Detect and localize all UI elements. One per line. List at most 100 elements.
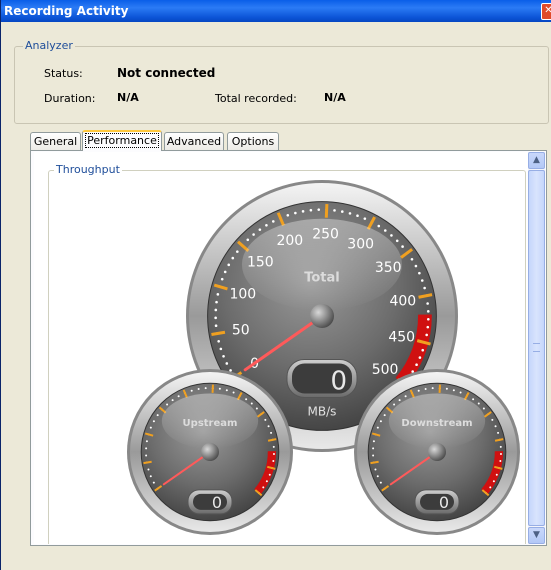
downstream-gauge-dot xyxy=(417,389,420,392)
downstream-gauge-dot xyxy=(383,414,386,417)
tab-general-label: General xyxy=(33,135,78,148)
total-gauge-gloss xyxy=(241,218,403,311)
downstream-gauge-dot xyxy=(374,468,377,471)
total-gauge-dot xyxy=(258,228,262,231)
downstream-gauge-dot xyxy=(393,403,396,406)
downstream-gauge-dot xyxy=(431,387,434,390)
tick-label-50: 50 xyxy=(232,323,250,339)
tab-advanced-label: Advanced xyxy=(166,135,222,148)
downstream-gauge-dot xyxy=(482,407,485,410)
tick-label-500: 500 xyxy=(372,362,399,378)
upstream-gauge-dot xyxy=(272,452,275,455)
upstream-gauge-gloss xyxy=(161,393,259,449)
upstream-gauge-dot xyxy=(156,414,159,417)
total-gauge-dot xyxy=(225,362,229,365)
total-gauge-dot xyxy=(252,233,255,236)
upstream-gauge-dot xyxy=(272,445,275,448)
vertical-scrollbar[interactable]: ▲ ▼ xyxy=(528,152,545,544)
upstream-gauge-dot xyxy=(264,418,267,421)
downstream-gauge-dot xyxy=(376,426,379,429)
total-gauge-dot xyxy=(426,302,429,305)
downstream-gauge-dot xyxy=(372,447,375,450)
total-gauge-dot xyxy=(363,217,367,220)
downstream-gauge: Downstream0 xyxy=(354,369,520,535)
upstream-gauge-dot xyxy=(145,454,148,457)
downstream-gauge-display-value: 0 xyxy=(439,493,449,512)
scrollbar-thumb[interactable] xyxy=(528,170,545,526)
tab-advanced[interactable]: Advanced xyxy=(164,132,224,150)
total-gauge-dot xyxy=(348,212,352,215)
total-gauge-dot xyxy=(333,209,336,212)
upstream-gauge-dot xyxy=(152,481,155,484)
total-gauge-dot xyxy=(421,348,425,352)
upstream-gauge-dot xyxy=(197,388,200,391)
downstream-gauge-dot xyxy=(379,420,382,423)
total-gauge-dot xyxy=(229,369,232,372)
upstream-gauge-dot xyxy=(177,395,180,398)
tick-label-100: 100 xyxy=(229,286,256,302)
total-gauge-dot xyxy=(309,208,313,212)
gauges-svg: 050100150200250300350400450500Total0MB/s… xyxy=(127,180,520,535)
downstream-gauge-dot xyxy=(492,480,495,483)
upstream-gauge-dot xyxy=(267,425,270,428)
tab-general[interactable]: General xyxy=(30,132,81,150)
total-gauge-dot xyxy=(215,300,218,304)
total-gauge-dot xyxy=(426,310,430,313)
close-icon[interactable]: ✕ xyxy=(541,3,551,20)
total-gauge-dot xyxy=(220,277,224,281)
total-gauge-dot xyxy=(395,239,399,243)
status-label: Status: xyxy=(44,67,83,80)
total-gauge-dot xyxy=(222,354,225,358)
total-gauge-major-tick xyxy=(324,203,329,218)
upstream-gauge-dot xyxy=(147,468,150,471)
downstream-gauge-dot xyxy=(491,418,494,421)
scroll-down-icon[interactable]: ▼ xyxy=(528,527,545,544)
total-gauge-dot xyxy=(420,279,424,282)
total-gauge-dot xyxy=(401,245,404,248)
downstream-gauge-major-tick xyxy=(370,460,379,465)
total-gauge-dot xyxy=(271,220,275,223)
total-gauge-dot xyxy=(294,211,297,215)
upstream-gauge-dot xyxy=(272,460,275,463)
downstream-gauge-dot xyxy=(379,481,382,484)
title-bar: Recording Activity ✕ xyxy=(1,0,551,22)
total-gauge-dot xyxy=(227,263,231,267)
tick-label-400: 400 xyxy=(389,293,416,309)
analyzer-group-title: Analyzer xyxy=(23,39,75,52)
upstream-gauge-display-value: 0 xyxy=(212,493,222,512)
total-gauge-dot xyxy=(231,256,235,260)
upstream-gauge-dot xyxy=(190,389,193,392)
tab-options[interactable]: Options xyxy=(227,132,279,150)
scrollbar-grip-icon xyxy=(533,343,540,352)
upstream-gauge-dot xyxy=(268,473,271,476)
upstream-gauge-dot xyxy=(250,402,253,405)
total-gauge-dot xyxy=(223,270,227,274)
total-gauge-dot xyxy=(265,224,268,227)
total-gauge-display-value: 0 xyxy=(330,366,347,396)
analyzer-group xyxy=(14,46,549,124)
upstream-gauge-dot xyxy=(218,387,221,390)
downstream-gauge-dot xyxy=(472,398,475,401)
total-gauge-dot xyxy=(246,238,250,242)
total-recorded-value: N/A xyxy=(324,91,346,104)
total-gauge-dot xyxy=(340,210,344,213)
upstream-gauge-major-tick xyxy=(143,460,152,465)
downstream-gauge-gloss xyxy=(388,393,486,449)
upstream-gauge-dot xyxy=(171,399,174,402)
downstream-gauge-dot xyxy=(477,402,480,405)
total-gauge-dot xyxy=(219,347,223,351)
total-gauge-dot xyxy=(236,250,239,253)
upstream-gauge-dot xyxy=(149,426,152,429)
upstream-gauge-dot xyxy=(149,475,152,478)
total-gauge-dot xyxy=(216,293,220,296)
total-gauge-dot xyxy=(427,317,430,321)
downstream-gauge-dot xyxy=(459,391,462,394)
upstream-gauge-dot xyxy=(204,387,207,390)
tab-performance[interactable]: Performance xyxy=(82,130,162,151)
scroll-up-icon[interactable]: ▲ xyxy=(528,152,545,169)
downstream-gauge-dot xyxy=(499,460,502,463)
upstream-gauge-dot xyxy=(152,420,155,423)
total-gauge-dot xyxy=(214,316,217,320)
upstream-gauge-dot xyxy=(270,431,273,434)
performance-content: Throughput 050100150200250300 xyxy=(34,152,528,544)
